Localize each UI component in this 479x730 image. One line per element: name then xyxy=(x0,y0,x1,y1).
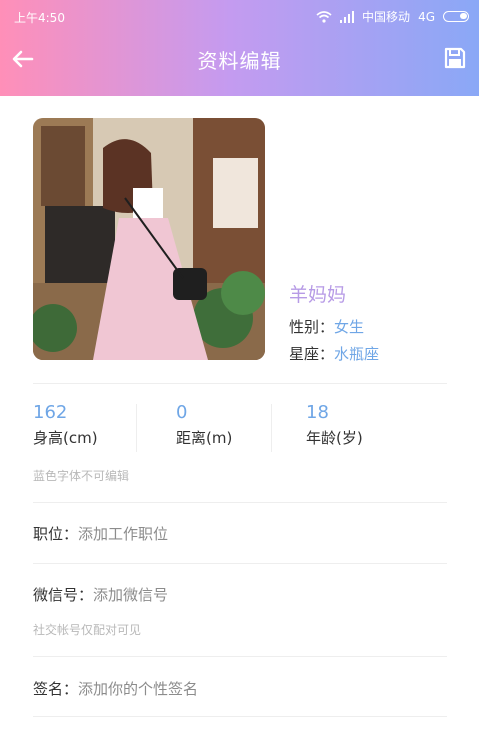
zodiac-value: 水瓶座 xyxy=(334,345,380,363)
signature-field[interactable]: 签名：添加你的个性签名 xyxy=(33,678,198,699)
readonly-hint: 蓝色字体不可编辑 xyxy=(33,469,130,483)
gender-label: 性别： xyxy=(289,318,335,336)
battery-icon xyxy=(443,11,469,22)
stat-separator xyxy=(136,404,137,452)
stat-distance-value: 0 xyxy=(176,402,188,423)
signature-label: 签名： xyxy=(33,680,79,698)
divider xyxy=(33,656,447,657)
profile-photo[interactable] xyxy=(33,118,265,360)
social-visibility-hint: 社交帐号仅配对可见 xyxy=(33,623,142,637)
wechat-label: 微信号： xyxy=(33,586,94,604)
position-placeholder: 添加工作职位 xyxy=(78,525,169,543)
stat-height-label: 身高(cm) xyxy=(33,429,98,447)
stat-distance-label: 距离(m) xyxy=(176,429,233,447)
page-title: 资料编辑 xyxy=(197,49,282,73)
wechat-field[interactable]: 微信号：添加微信号 xyxy=(33,584,168,605)
nav-bar: 资料编辑 xyxy=(0,36,479,84)
network-type: 4G xyxy=(418,9,435,24)
stat-age-value: 18 xyxy=(306,402,329,423)
stat-age: 18 年龄(岁) xyxy=(306,402,363,448)
gender-value: 女生 xyxy=(334,318,365,336)
nickname: 羊妈妈 xyxy=(289,284,347,306)
stat-height-value: 162 xyxy=(33,402,68,423)
gender-row: 性别：女生 xyxy=(289,316,364,337)
wechat-placeholder: 添加微信号 xyxy=(93,586,169,604)
stat-age-label: 年龄(岁) xyxy=(306,429,363,447)
app-header: 上午4:50 中国移动 4G 资料编辑 xyxy=(0,0,479,96)
zodiac-row: 星座：水瓶座 xyxy=(289,343,379,364)
status-bar: 上午4:50 中国移动 4G xyxy=(0,0,479,32)
divider xyxy=(33,563,447,564)
position-label: 职位： xyxy=(33,525,79,543)
signal-icon xyxy=(340,10,355,23)
stat-separator xyxy=(271,404,272,452)
floppy-disk-icon xyxy=(444,47,466,69)
wifi-icon xyxy=(316,10,332,23)
stat-height: 162 身高(cm) xyxy=(33,402,98,448)
signature-placeholder: 添加你的个性签名 xyxy=(78,680,199,698)
divider xyxy=(33,383,447,384)
zodiac-label: 星座： xyxy=(289,345,335,363)
status-time: 上午4:50 xyxy=(14,11,65,25)
status-indicators: 中国移动 4G xyxy=(316,8,469,25)
divider xyxy=(33,502,447,503)
position-field[interactable]: 职位：添加工作职位 xyxy=(33,523,168,544)
stat-distance: 0 距离(m) xyxy=(176,402,232,448)
carrier-name: 中国移动 xyxy=(362,10,411,24)
save-button[interactable] xyxy=(443,46,467,70)
profile-photo-image xyxy=(33,118,265,360)
divider xyxy=(33,716,447,717)
